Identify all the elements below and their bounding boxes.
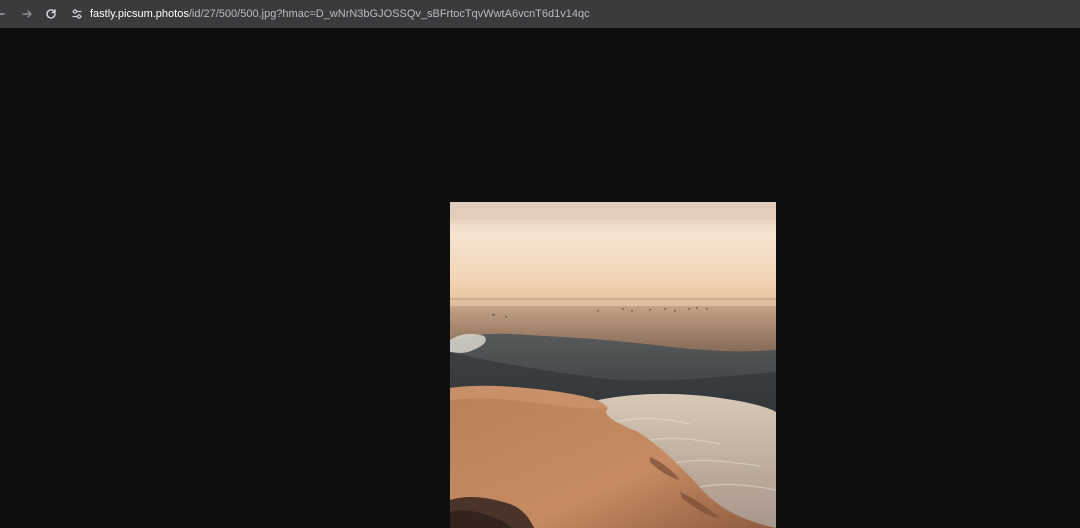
- url-domain: fastly.picsum.photos: [90, 8, 189, 20]
- arrow-left-icon: [0, 13, 5, 15]
- reload-icon: [46, 9, 56, 19]
- image-viewer: [0, 28, 1080, 528]
- photo-illustration: [450, 202, 776, 528]
- tune-icon: [72, 9, 82, 19]
- sunset-beach-waves-photo[interactable]: [450, 202, 776, 528]
- url-path: /id/27/500/500.jpg?hmac=D_wNrN3bGJOSSQv_…: [188, 8, 590, 20]
- site-info-button[interactable]: [70, 7, 84, 21]
- arrow-right-icon: [22, 10, 32, 18]
- reload-button[interactable]: [40, 3, 62, 25]
- forward-button[interactable]: [16, 3, 38, 25]
- address-bar[interactable]: fastly.picsum.photos/id/27/500/500.jpg?h…: [90, 8, 590, 20]
- back-button[interactable]: [0, 3, 7, 25]
- browser-toolbar: fastly.picsum.photos/id/27/500/500.jpg?h…: [0, 0, 1080, 28]
